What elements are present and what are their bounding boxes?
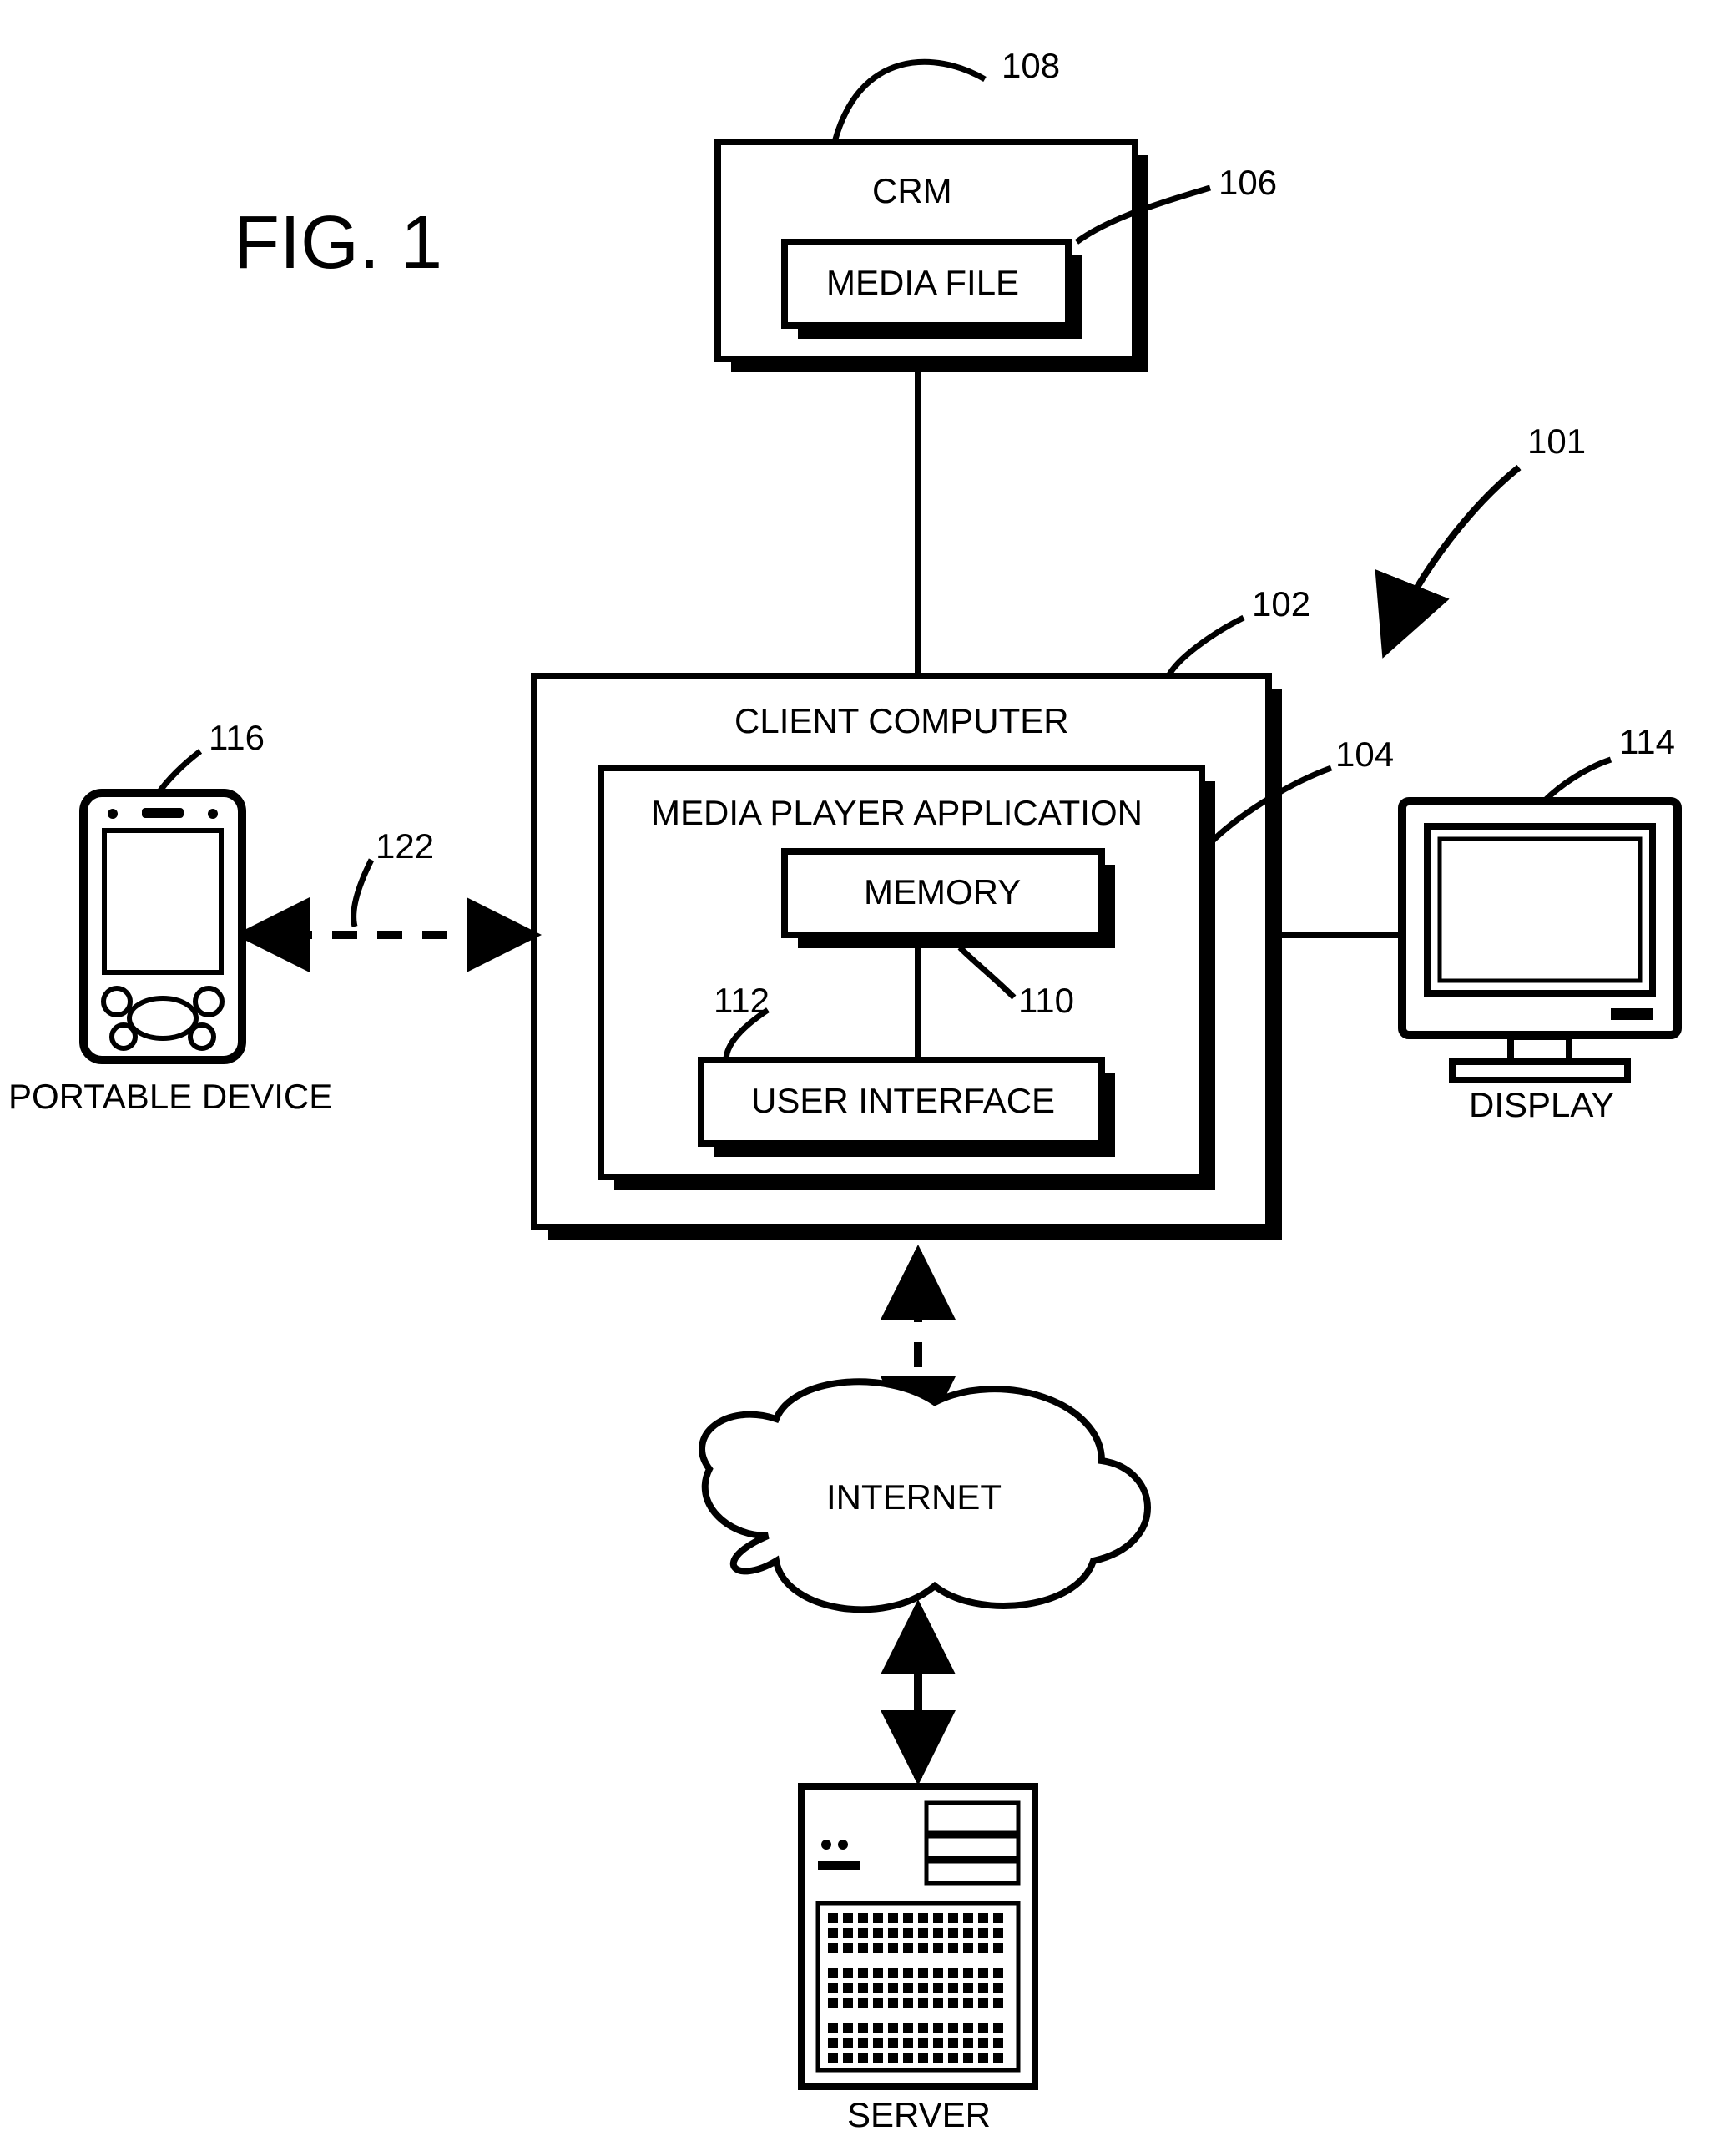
memory-label: MEMORY [864,872,1021,912]
media-file-label: MEDIA FILE [826,263,1019,303]
portable-device-label: PORTABLE DEVICE [8,1077,332,1117]
lead-108 [835,62,985,142]
crm-label: CRM [872,171,952,211]
ref-106: 106 [1219,163,1277,203]
ref-102: 102 [1252,584,1310,624]
ref-116: 116 [209,718,265,758]
display-icon [1402,801,1678,1080]
internet-label: INTERNET [826,1477,1002,1517]
lead-116 [159,751,200,793]
lead-101 [1385,467,1519,651]
display-label: DISPLAY [1469,1085,1614,1125]
portable-device-icon [83,793,242,1060]
figure-title: FIG. 1 [234,200,442,286]
server-icon [801,1786,1035,2087]
ref-122: 122 [376,826,434,866]
user-interface-label: USER INTERFACE [751,1081,1055,1121]
server-label: SERVER [847,2095,991,2135]
ref-114: 114 [1619,722,1675,762]
ref-110: 110 [1018,981,1074,1021]
media-player-app-label: MEDIA PLAYER APPLICATION [651,793,1143,833]
lead-102 [1168,618,1244,676]
client-computer-label: CLIENT COMPUTER [734,701,1069,741]
diagram-stage: FIG. 1 CRM MEDIA FILE CLIENT COMPUTER ME… [0,0,1736,2156]
ref-108: 108 [1002,46,1060,86]
ref-112: 112 [714,981,770,1021]
ref-101: 101 [1527,422,1586,462]
ref-104: 104 [1335,735,1394,775]
lead-114 [1544,760,1611,801]
lead-122 [354,860,371,927]
